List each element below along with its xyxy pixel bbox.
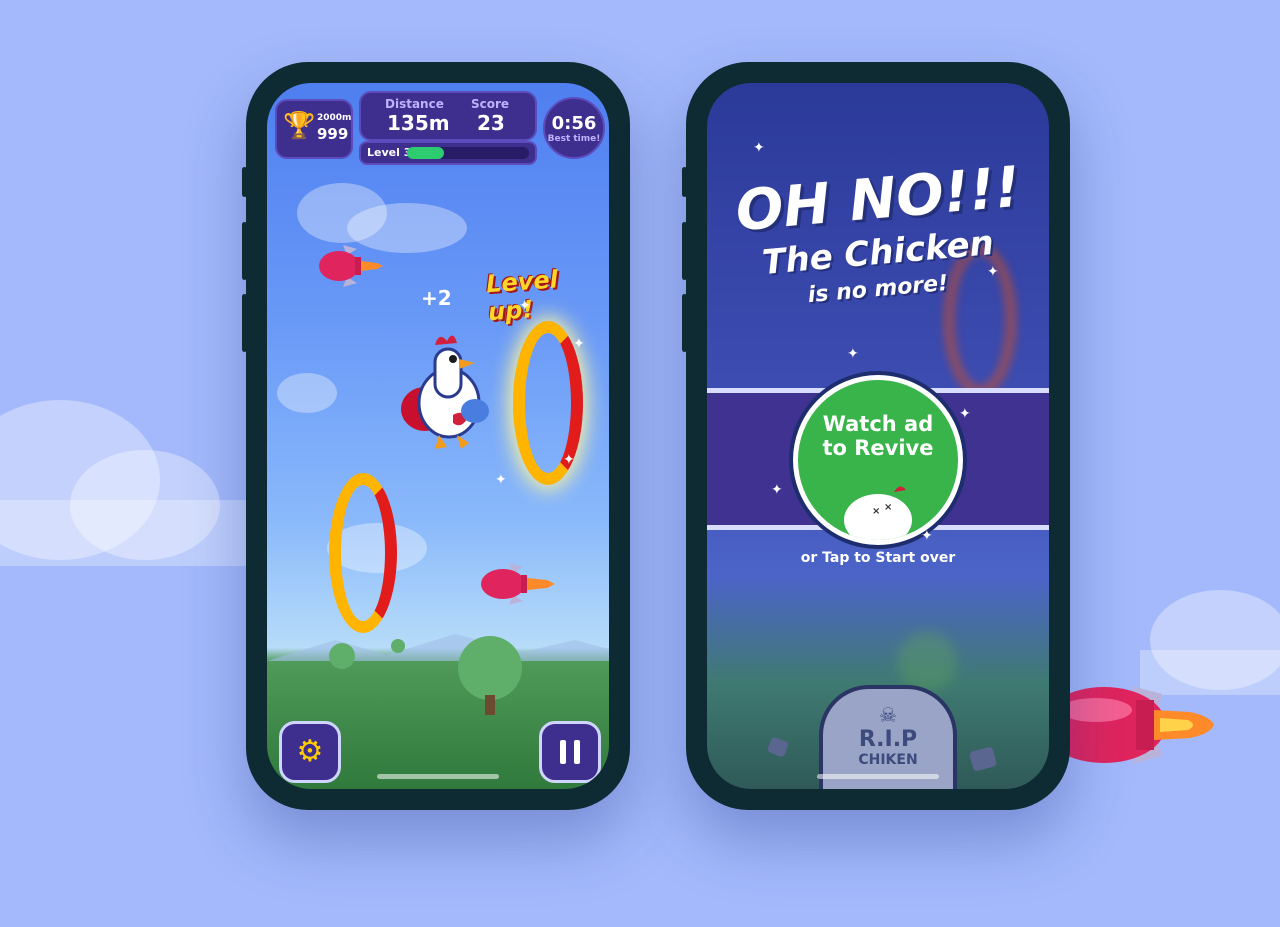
home-indicator [377,774,499,779]
sparkle-icon: ✦ [771,482,783,498]
sparkle-icon: ✦ [495,472,507,488]
trophy-icon: 🏆 [283,111,316,141]
rocket-icon [319,245,383,287]
restart-hint[interactable]: or Tap to Start over [707,550,1049,566]
tree-trunk [485,695,495,715]
pause-icon [574,740,580,764]
timer-caption: Best time! [547,134,601,144]
cloud [277,373,337,413]
sparkle-icon: ✦ [847,346,859,362]
distance-record: 2000m [317,113,352,123]
blurred-tree [897,631,957,691]
revive-button[interactable]: Watch ad to Revive × × [793,375,963,545]
tombstone-line-1: R.I.P [858,727,918,752]
phone-right: OH NO!!! The Chicken is no more! ✦ ✦ ✦ W… [682,62,1070,810]
level-progress-fill [407,147,444,159]
dead-chicken-icon: × × [844,486,912,540]
revive-label-1: Watch ad [822,412,934,436]
rock [766,736,790,758]
sparkle-icon: ✦ [987,264,999,280]
background-cloud-base [0,500,250,566]
tree [391,639,405,653]
home-indicator [817,774,939,779]
svg-text:×: × [872,506,880,517]
pause-button[interactable] [539,721,601,783]
sparkle-icon: ✦ [753,140,765,156]
distance-value: 135m [387,111,450,135]
score-label: Score [471,97,510,111]
trophy-panel: 🏆 2000m 999 [275,99,353,159]
tree [458,636,522,700]
game-over-screen[interactable]: OH NO!!! The Chicken is no more! ✦ ✦ ✦ W… [707,83,1049,789]
timer-value: 0:56 [551,113,597,134]
level-panel: Level 3 [359,141,537,165]
tree [329,643,355,669]
hills [267,634,609,661]
score-record: 999 [317,125,349,143]
skull-icon: ☠ [879,703,897,727]
sparkle-icon: ✦ [921,528,933,544]
gear-icon: ⚙ [296,734,324,769]
rock [968,746,998,772]
level-progress-track [407,147,529,159]
sparkle-icon: ✦ [573,336,585,352]
timer-panel: 0:56 Best time! [543,97,605,159]
game-screen[interactable]: 🏆 2000m 999 Distance 135m Score 23 Level… [267,83,609,789]
rocket-icon [481,563,555,605]
score-value: 23 [477,111,505,135]
stats-panel: Distance 135m Score 23 [359,91,537,141]
level-up-text: Level up! [485,265,559,327]
pause-icon [560,740,566,764]
ring [329,473,397,633]
bonus-text: +2 [421,286,452,310]
revive-label-2: to Revive [822,436,934,460]
sparkle-icon: ✦ [959,406,971,422]
distance-label: Distance [385,97,444,111]
phone-left: 🏆 2000m 999 Distance 135m Score 23 Level… [242,62,630,810]
sparkle-icon: ✦ [563,452,575,468]
svg-text:×: × [884,502,892,513]
sparkle-icon: ✦ [519,298,531,314]
chicken-character [401,335,489,449]
settings-button[interactable]: ⚙ [279,721,341,783]
level-label: Level 3 [367,146,412,159]
tombstone-line-2: CHIKEN [858,752,918,768]
